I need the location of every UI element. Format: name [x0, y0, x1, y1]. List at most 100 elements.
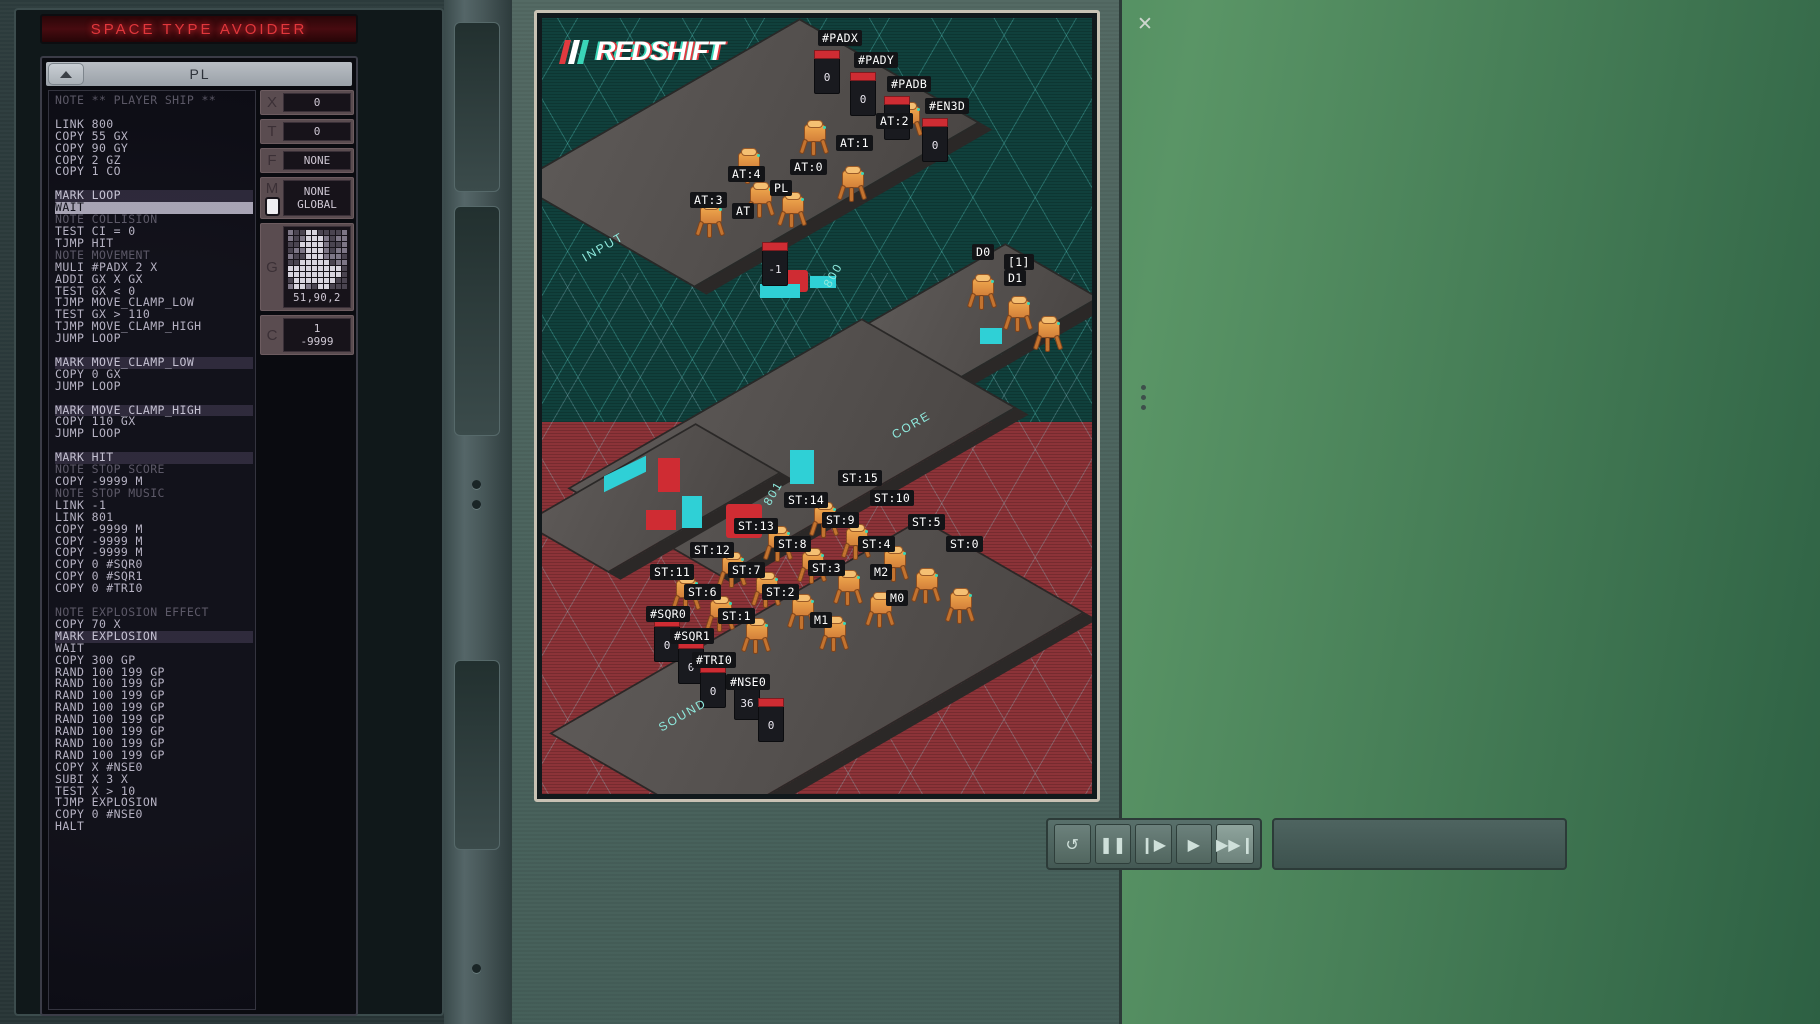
port-cap: [758, 698, 784, 707]
code-line[interactable]: COPY 0 #NSE0: [55, 809, 253, 821]
register-value-primary: NONE: [304, 185, 331, 198]
node-tag: AT:4: [728, 166, 765, 182]
robot-part: [858, 185, 867, 201]
node-tag: AT:3: [690, 192, 727, 208]
node-tag: ST:15: [838, 470, 882, 486]
robot-unit[interactable]: [912, 570, 942, 608]
aux-board[interactable]: [552, 448, 752, 548]
robot-unit[interactable]: [946, 590, 976, 628]
robot-part: [741, 637, 750, 653]
robot-part: [886, 611, 895, 627]
robot-part: [741, 148, 757, 156]
register-label: F: [261, 149, 283, 172]
caret-up-icon: [60, 71, 72, 78]
port-value: 0: [768, 719, 775, 741]
robot-unit[interactable]: [838, 168, 868, 206]
node-tag: ST:0: [946, 536, 983, 552]
node-tag: D0: [972, 244, 994, 260]
node-tag: ST:12: [690, 542, 734, 558]
undo-button[interactable]: ↺: [1054, 824, 1091, 864]
redshift-logo: REDSHIFT: [562, 36, 723, 67]
robot-part: [1003, 315, 1012, 331]
robot-part: [837, 185, 846, 201]
port-cap: [762, 242, 788, 251]
code-text-area[interactable]: NOTE ** PLAYER SHIP ** LINK 800 COPY 55 G…: [48, 90, 256, 1010]
robot-part: [751, 591, 760, 607]
code-line[interactable]: MARK EXPLOSION: [55, 631, 253, 643]
sprite-preview: 51,90,2: [283, 226, 351, 308]
register-value: 0: [283, 93, 351, 112]
robot-part: [707, 223, 712, 238]
robot-part: [857, 576, 860, 579]
port-value: 36: [740, 697, 753, 719]
code-line[interactable]: MARK LOOP: [55, 190, 253, 202]
register-label: G: [261, 224, 283, 310]
io-port[interactable]: 0: [922, 124, 948, 162]
robot-part: [799, 615, 804, 630]
io-port[interactable]: 0: [814, 56, 840, 94]
robot-part: [831, 637, 836, 652]
viewport-panel: REDSHIFT INPUT#PADX#PADY#PADB#EN3D0000AT…: [512, 0, 1122, 1024]
port-value: 0: [932, 139, 939, 161]
connector-cyan: [760, 284, 800, 298]
robot-unit[interactable]: [800, 122, 830, 160]
io-port[interactable]: -1: [762, 248, 788, 286]
memory-chip-icon: [265, 197, 280, 216]
port-cap: [922, 118, 948, 127]
code-line[interactable]: JUMP LOOP: [55, 428, 253, 440]
robot-part: [789, 213, 794, 228]
code-line[interactable]: JUMP LOOP: [55, 381, 253, 393]
robot-part: [766, 201, 775, 217]
port-cap: [884, 96, 910, 105]
register-value-primary: 1: [314, 322, 321, 335]
code-line[interactable]: HALT: [55, 821, 253, 833]
robot-unit[interactable]: [742, 620, 772, 658]
robot-part: [807, 120, 823, 128]
sprite-coordinates: 51,90,2: [293, 292, 341, 304]
robot-part: [809, 521, 818, 537]
rail-slot: [454, 660, 500, 850]
robot-part: [923, 589, 928, 604]
robot-part: [716, 221, 725, 237]
robot-unit[interactable]: [778, 194, 808, 232]
robot-part: [854, 589, 863, 605]
robot-unit[interactable]: [1034, 318, 1064, 356]
node-tag: ST:8: [774, 536, 811, 552]
connector-red: [646, 510, 676, 530]
node-tag: #PADB: [887, 76, 931, 92]
node-tag: #EN3D: [925, 98, 969, 114]
code-line[interactable]: NOTE ** PLAYER SHIP **: [55, 95, 253, 107]
collapse-button[interactable]: [48, 63, 84, 85]
code-line[interactable]: JUMP LOOP: [55, 333, 253, 345]
node-tag: ST:4: [858, 536, 895, 552]
robot-part: [988, 293, 997, 309]
node-tag: ST:6: [684, 584, 721, 600]
node-tag: #PADX: [818, 30, 862, 46]
robot-part: [695, 221, 704, 237]
circuit-viewport[interactable]: REDSHIFT INPUT#PADX#PADY#PADB#EN3D0000AT…: [534, 10, 1100, 802]
robot-part: [763, 545, 772, 561]
robot-part: [865, 530, 868, 533]
node-tag: ST:3: [808, 560, 845, 576]
viewport-canvas[interactable]: REDSHIFT INPUT#PADX#PADY#PADB#EN3D0000AT…: [542, 18, 1092, 794]
code-editor-window: PL NOTE ** PLAYER SHIP ** LINK 800 COPY 5…: [40, 56, 358, 1016]
io-port[interactable]: 0: [850, 78, 876, 116]
robot-part: [798, 211, 807, 227]
register-label: X: [261, 91, 283, 114]
robot-unit[interactable]: [1004, 298, 1034, 336]
robot-unit[interactable]: [834, 572, 864, 610]
robot-unit[interactable]: [968, 276, 998, 314]
port-value: 0: [710, 685, 717, 707]
io-port[interactable]: 0: [758, 704, 784, 742]
code-line[interactable]: COPY 1 CO: [55, 166, 253, 178]
code-line[interactable]: COPY 0 #TRI0: [55, 583, 253, 595]
editor-titlebar: PL: [46, 62, 352, 86]
port-value: 0: [860, 93, 867, 115]
robot-part: [849, 187, 854, 202]
robot-part: [821, 554, 824, 557]
robot-unit[interactable]: [696, 204, 726, 242]
robot-part: [787, 613, 796, 629]
robot-part: [843, 622, 846, 625]
robot-part: [787, 532, 790, 535]
robot-part: [845, 166, 861, 174]
